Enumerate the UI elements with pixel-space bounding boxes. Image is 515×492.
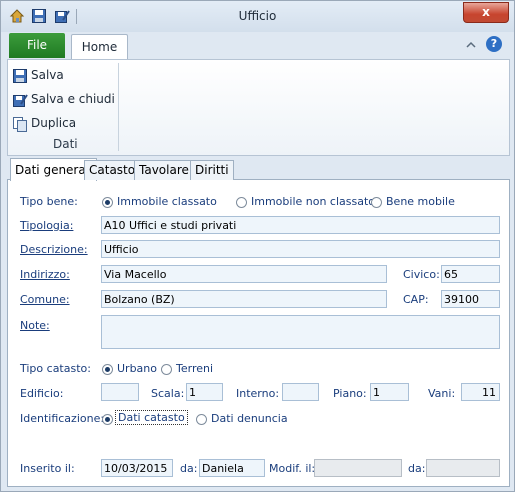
close-button[interactable]: x [463, 2, 509, 23]
save-close-button[interactable]: Salva e chiudi [12, 89, 115, 109]
scala-field[interactable]: 1 [186, 383, 223, 401]
ribbon-group-label: Dati [53, 137, 78, 151]
scala-label: Scala: [151, 387, 185, 400]
inserito-il-field[interactable]: 10/03/2015 [101, 459, 173, 477]
radio-urbano[interactable] [102, 364, 113, 375]
tab-diritti[interactable]: Diritti [190, 160, 234, 180]
radio-terreni-label[interactable]: Terreni [176, 362, 213, 375]
civico-label: Civico: [403, 268, 440, 281]
duplicate-button[interactable]: Duplica [12, 113, 76, 133]
cap-field[interactable]: 39100 [441, 290, 500, 308]
modif-da-label: da: [408, 462, 426, 475]
inserito-il-label: Inserito il: [20, 462, 75, 475]
vani-field[interactable]: 11 [461, 383, 500, 401]
window-title: Ufficio [238, 9, 277, 23]
tipologia-label: Tipologia: [20, 219, 74, 232]
tipo-catasto-label: Tipo catasto: [20, 362, 91, 375]
indirizzo-field[interactable]: Via Macello [101, 265, 387, 283]
title-bar: Ufficio x [1, 1, 514, 32]
radio-terreni[interactable] [161, 364, 172, 375]
radio-bene-mobile-label[interactable]: Bene mobile [386, 195, 455, 208]
ribbon-group-separator [118, 63, 119, 151]
comune-label: Comune: [20, 293, 70, 306]
duplicate-icon [12, 116, 28, 132]
descrizione-field[interactable]: Ufficio [101, 240, 500, 258]
note-field[interactable] [101, 315, 500, 349]
interno-label: Interno: [236, 387, 280, 400]
home-tab[interactable]: Home [71, 34, 128, 60]
help-icon[interactable]: ? [486, 36, 502, 52]
radio-dati-denuncia-label[interactable]: Dati denuncia [211, 412, 288, 425]
civico-field[interactable]: 65 [441, 265, 500, 283]
piano-label: Piano: [333, 387, 367, 400]
radio-bene-mobile[interactable] [371, 197, 382, 208]
vani-label: Vani: [428, 387, 456, 400]
radio-immobile-non-classato-label[interactable]: Immobile non classato [251, 195, 375, 208]
modif-da-field [426, 459, 500, 477]
modif-il-label: Modif. il: [269, 462, 316, 475]
modif-il-field [314, 459, 402, 477]
save-button[interactable]: Salva [12, 65, 64, 85]
interno-field[interactable] [282, 383, 319, 401]
inserito-da-field[interactable]: Daniela [199, 459, 265, 477]
radio-immobile-non-classato[interactable] [236, 197, 247, 208]
inserito-da-label: da: [180, 462, 198, 475]
file-tab[interactable]: File [9, 33, 65, 58]
save-button-label: Salva [31, 68, 64, 82]
radio-dati-catasto-label[interactable]: Dati catasto [115, 410, 188, 425]
application-window: Ufficio x File Home ? Salva Salva e chiu… [0, 0, 515, 492]
comune-field[interactable]: Bolzano (BZ) [101, 290, 387, 308]
radio-immobile-classato[interactable] [102, 197, 113, 208]
radio-urbano-label[interactable]: Urbano [117, 362, 157, 375]
collapse-ribbon-icon[interactable] [466, 39, 476, 52]
radio-dati-denuncia[interactable] [196, 414, 207, 425]
indirizzo-label: Indirizzo: [20, 268, 70, 281]
descrizione-label: Descrizione: [20, 243, 88, 256]
identificazione-label: Identificazione: [20, 412, 105, 425]
duplicate-button-label: Duplica [31, 116, 77, 130]
tipo-bene-label: Tipo bene: [20, 195, 78, 208]
radio-dati-catasto[interactable] [102, 414, 113, 425]
cap-label: CAP: [403, 293, 429, 306]
save-close-icon [12, 92, 28, 108]
tab-tavolare[interactable]: Tavolare [134, 160, 194, 180]
save-icon [12, 68, 28, 84]
tab-catasto[interactable]: Catasto [84, 160, 141, 180]
tipologia-field[interactable]: A10 Uffici e studi privati [101, 216, 500, 234]
note-label: Note: [20, 319, 50, 332]
radio-immobile-classato-label[interactable]: Immobile classato [117, 195, 217, 208]
edificio-label: Edificio: [20, 387, 64, 400]
piano-field[interactable]: 1 [370, 383, 409, 401]
edificio-field[interactable] [101, 383, 139, 401]
save-close-button-label: Salva e chiudi [31, 92, 115, 106]
